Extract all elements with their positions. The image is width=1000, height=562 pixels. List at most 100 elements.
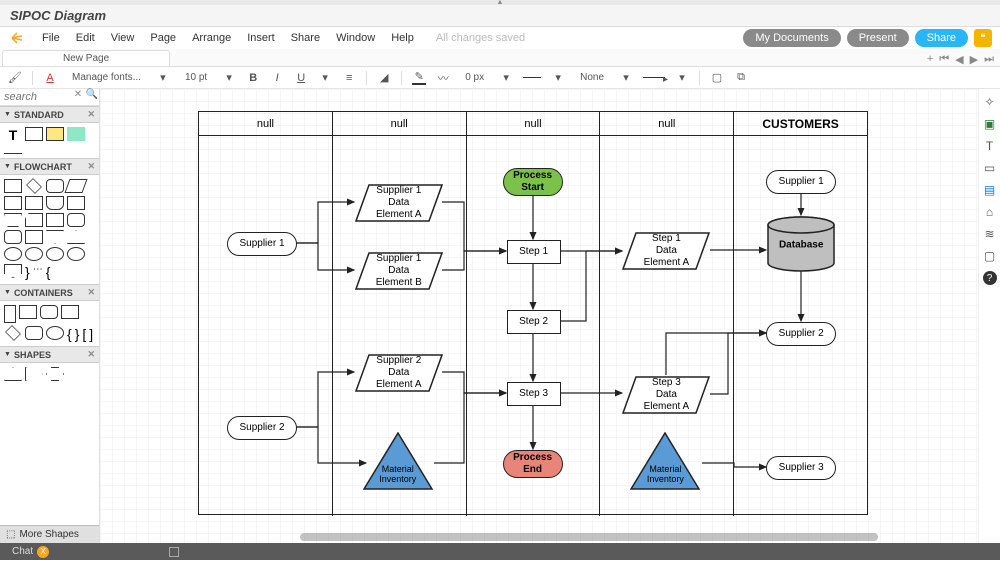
menu-share[interactable]: Share xyxy=(283,32,328,44)
shape-multidoc[interactable] xyxy=(67,196,85,210)
shape-or[interactable] xyxy=(25,247,43,261)
shape-cont-diamond[interactable] xyxy=(5,325,21,341)
arrow-sample-icon[interactable]: ▸ xyxy=(643,77,665,78)
shape-sum[interactable] xyxy=(67,247,85,261)
horizontal-scrollbar[interactable] xyxy=(300,533,878,541)
my-documents-button[interactable]: My Documents xyxy=(743,29,840,47)
sipoc-header-1[interactable]: null xyxy=(333,112,467,135)
sipoc-header-4[interactable]: CUSTOMERS xyxy=(734,112,867,135)
shape-cont-brace-r[interactable]: } xyxy=(75,326,80,342)
menu-window[interactable]: Window xyxy=(328,32,383,44)
node-s2-data-a[interactable]: Supplier 2 Data Element A xyxy=(355,354,443,392)
font-size-stepper-icon[interactable]: ▾ xyxy=(222,71,236,85)
underline-icon[interactable]: U xyxy=(294,71,308,85)
node-material-inv-2[interactable]: Material Inventory xyxy=(630,432,700,490)
shape-blank[interactable] xyxy=(53,264,71,278)
shape-cont-pill[interactable] xyxy=(25,326,43,340)
menu-edit[interactable]: Edit xyxy=(68,32,103,44)
page-tab[interactable]: New Page xyxy=(2,50,170,66)
shape-cont-circle[interactable] xyxy=(46,326,64,340)
crop-icon[interactable]: ⧉ xyxy=(734,71,748,85)
sipoc-header-2[interactable]: null xyxy=(467,112,601,135)
node-supplier1[interactable]: Supplier 1 xyxy=(227,232,297,256)
shape-data[interactable] xyxy=(64,179,87,193)
shape-cont-rnd[interactable] xyxy=(40,305,58,319)
more-shapes-button[interactable]: ⬚More Shapes xyxy=(0,525,99,543)
panel-flowchart-header[interactable]: ▼FLOWCHART✕ xyxy=(0,158,99,175)
shape-connector[interactable] xyxy=(4,247,22,261)
shape-extract[interactable] xyxy=(46,230,64,244)
menu-file[interactable]: File xyxy=(34,32,68,44)
share-button[interactable]: Share xyxy=(915,29,968,47)
footer-toggle-icon[interactable] xyxy=(169,547,179,557)
shape-stored[interactable] xyxy=(4,230,22,244)
ai-icon[interactable]: ▣ xyxy=(983,117,997,131)
node-process-start[interactable]: Process Start xyxy=(503,168,563,196)
shape-merge[interactable] xyxy=(67,230,85,244)
menu-view[interactable]: View xyxy=(103,32,143,44)
node-cust-sup2[interactable]: Supplier 2 xyxy=(766,322,836,346)
node-supplier2[interactable]: Supplier 2 xyxy=(227,416,297,440)
panel-containers-header[interactable]: ▼CONTAINERS✕ xyxy=(0,284,99,301)
node-process-end[interactable]: Process End xyxy=(503,450,563,478)
shape-cont-rect[interactable] xyxy=(61,305,79,319)
image-icon[interactable]: ▢ xyxy=(710,71,724,85)
shape-manual[interactable] xyxy=(4,213,22,227)
shape-cont-brace-l[interactable]: { xyxy=(67,326,72,342)
shape-predef[interactable] xyxy=(4,196,22,210)
arrow-end-stepper-icon[interactable]: ▾ xyxy=(675,71,689,85)
nav-last-icon[interactable]: ⏭ xyxy=(984,53,994,66)
present-button[interactable]: Present xyxy=(847,29,909,47)
text-options-icon[interactable]: ≡ xyxy=(342,71,356,85)
app-logo-icon[interactable] xyxy=(6,27,28,49)
arrow-start-stepper-icon[interactable]: ▾ xyxy=(619,71,633,85)
shape-triangle[interactable] xyxy=(4,367,22,381)
comment-icon[interactable]: ⌂ xyxy=(983,205,997,219)
search-input[interactable] xyxy=(0,89,71,105)
panel-shapes-header[interactable]: ▼SHAPES✕ xyxy=(0,346,99,363)
shape-line[interactable] xyxy=(4,153,22,154)
canvas[interactable]: null null null null CUSTOMERS Supplier 1… xyxy=(100,89,978,543)
node-step1[interactable]: Step 1 xyxy=(507,240,561,264)
help-icon[interactable]: ? xyxy=(983,271,997,285)
shape-display[interactable] xyxy=(67,213,85,227)
font-size-field[interactable]: 10 pt xyxy=(180,70,212,85)
shape-card[interactable] xyxy=(25,213,43,227)
clear-search-icon[interactable]: ✕ xyxy=(71,89,85,105)
shape-fill-green[interactable] xyxy=(67,127,85,141)
panel-standard-header[interactable]: ▼STANDARD✕ xyxy=(0,106,99,123)
shape-note[interactable] xyxy=(46,127,64,141)
layers-icon[interactable]: ▤ xyxy=(983,183,997,197)
node-database[interactable]: Database xyxy=(766,216,836,272)
shape-swim-h[interactable] xyxy=(19,305,37,319)
shape-internal[interactable] xyxy=(25,196,43,210)
menu-help[interactable]: Help xyxy=(383,32,422,44)
shape-rect[interactable] xyxy=(25,127,43,141)
shape-text[interactable]: T xyxy=(4,127,22,143)
line-dropdown-icon[interactable]: ▾ xyxy=(551,71,565,85)
page-icon[interactable]: ▭ xyxy=(983,161,997,175)
fill-color-icon[interactable]: ◢ xyxy=(377,71,391,85)
menu-insert[interactable]: Insert xyxy=(239,32,283,44)
shape-terminator[interactable] xyxy=(46,179,64,193)
italic-icon[interactable]: I xyxy=(270,71,284,85)
node-step1-data[interactable]: Step 1 Data Element A xyxy=(622,232,710,270)
bold-icon[interactable]: B xyxy=(246,71,260,85)
shape-swim-v[interactable] xyxy=(4,305,16,323)
shape-hexagon[interactable] xyxy=(46,367,64,381)
paint-format-icon[interactable]: 🖌 xyxy=(8,71,22,85)
shape-decision[interactable] xyxy=(26,178,42,194)
node-s1-data-b[interactable]: Supplier 1 Data Element B xyxy=(355,252,443,290)
stack-icon[interactable]: ≋ xyxy=(983,227,997,241)
search-icon[interactable]: 🔍 xyxy=(85,89,99,105)
shape-delay[interactable] xyxy=(46,213,64,227)
nav-prev-icon[interactable]: ◀ xyxy=(955,53,963,66)
node-material-inv-1[interactable]: Material Inventory xyxy=(363,432,433,490)
arrow-start-dropdown[interactable]: None xyxy=(575,70,609,85)
font-dropdown-icon[interactable]: ▾ xyxy=(156,71,170,85)
present-icon[interactable]: ▢ xyxy=(983,249,997,263)
nav-first-icon[interactable]: ⏮ xyxy=(939,53,949,66)
chat-button[interactable]: ChatX xyxy=(12,546,49,558)
node-step2[interactable]: Step 2 xyxy=(507,310,561,334)
shape-cont-bracket-l[interactable]: [ xyxy=(82,326,86,342)
